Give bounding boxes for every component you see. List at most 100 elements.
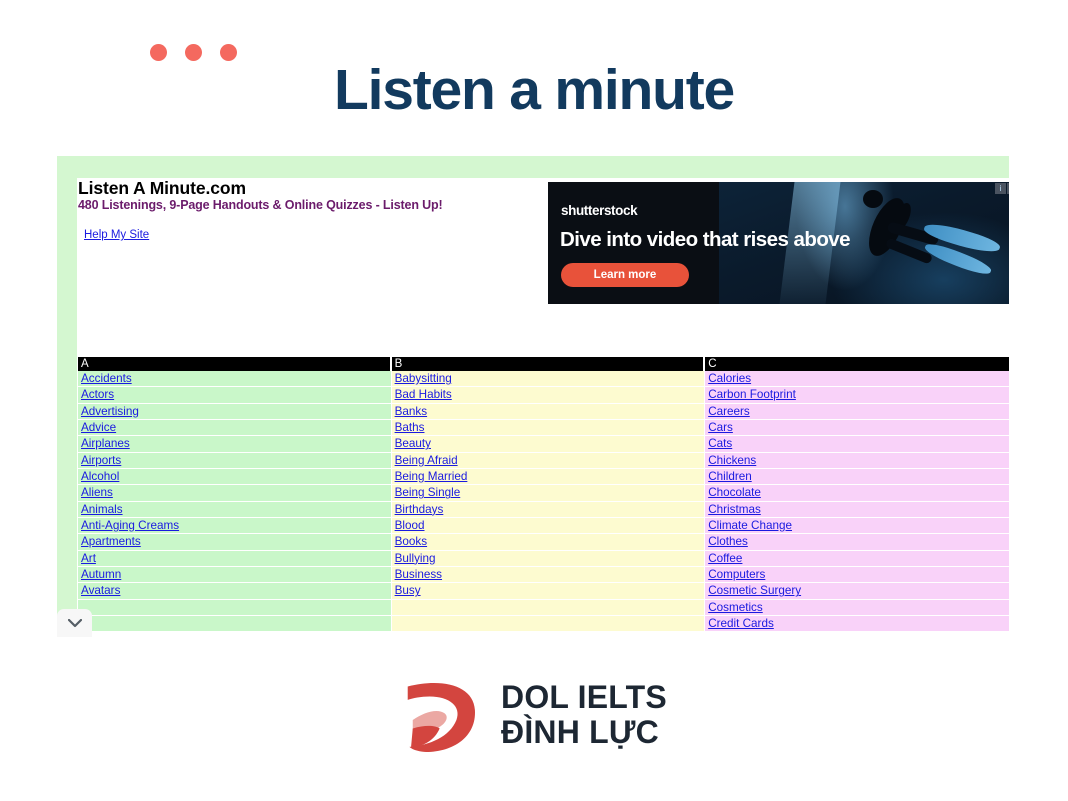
table-row (78, 599, 391, 617)
topic-link[interactable]: Alcohol (81, 470, 119, 483)
table-row[interactable]: Children (705, 469, 1009, 486)
topic-link[interactable]: Busy (395, 584, 421, 597)
topic-link[interactable]: Baths (395, 421, 425, 434)
scroll-down-button[interactable] (57, 609, 92, 637)
topic-link[interactable]: Autumn (81, 568, 121, 581)
table-row[interactable]: Climate Change (705, 518, 1009, 535)
table-row[interactable]: Chickens (705, 452, 1009, 470)
table-row[interactable]: Computers (705, 567, 1009, 584)
topic-link[interactable]: Chocolate (708, 486, 761, 499)
topic-link[interactable]: Children (708, 470, 752, 483)
topic-link[interactable]: Climate Change (708, 519, 792, 532)
table-row[interactable]: Being Married (391, 469, 705, 486)
topic-link[interactable]: Christmas (708, 503, 761, 516)
topic-link[interactable]: Coffee (708, 552, 742, 565)
topic-link[interactable]: Birthdays (395, 503, 444, 516)
topic-link[interactable]: Bullying (395, 552, 436, 565)
topic-link[interactable]: Cosmetics (708, 601, 763, 614)
topic-link[interactable]: Banks (395, 405, 427, 418)
topic-link[interactable]: Being Married (395, 470, 468, 483)
topic-link[interactable]: Cats (708, 437, 732, 450)
topic-link[interactable]: Avatars (81, 584, 120, 597)
table-row[interactable]: Bad Habits (391, 387, 705, 404)
topic-link[interactable]: Advertising (81, 405, 139, 418)
topic-link[interactable]: Being Afraid (395, 454, 458, 467)
table-row[interactable]: Cosmetic Surgery (705, 583, 1009, 600)
topic-link[interactable]: Chickens (708, 454, 756, 467)
table-row[interactable]: Busy (391, 583, 705, 600)
table-row[interactable]: Art (78, 550, 391, 568)
table-row[interactable]: Chocolate (705, 485, 1009, 502)
help-my-site-link[interactable]: Help My Site (84, 229, 149, 241)
site-frame: Listen A Minute.com 480 Listenings, 9-Pa… (57, 156, 1009, 631)
table-row[interactable]: Calories (705, 371, 1009, 388)
topic-link[interactable]: Aliens (81, 486, 113, 499)
table-row[interactable]: Blood (391, 518, 705, 535)
close-icon[interactable]: x (1007, 183, 1009, 194)
table-row[interactable]: Autumn (78, 567, 391, 584)
topic-link[interactable]: Business (395, 568, 442, 581)
table-row[interactable]: Apartments (78, 534, 391, 551)
table-row[interactable]: Carbon Footprint (705, 387, 1009, 404)
topic-link[interactable]: Bad Habits (395, 388, 452, 401)
topic-link[interactable]: Cosmetic Surgery (708, 584, 801, 597)
topic-link[interactable]: Being Single (395, 486, 461, 499)
topic-link[interactable]: Anti-Aging Creams (81, 519, 179, 532)
topic-link[interactable]: Credit Cards (708, 617, 774, 630)
ad-learn-more-button[interactable]: Learn more (561, 263, 689, 287)
topic-link[interactable]: Advice (81, 421, 116, 434)
topic-link[interactable]: Careers (708, 405, 750, 418)
topic-link[interactable]: Books (395, 535, 427, 548)
table-row[interactable]: Clothes (705, 534, 1009, 551)
ad-controls[interactable]: i x (995, 183, 1009, 194)
table-row[interactable]: Anti-Aging Creams (78, 518, 391, 535)
table-row[interactable]: Books (391, 534, 705, 551)
topic-link[interactable]: Airplanes (81, 437, 130, 450)
table-row[interactable]: Business (391, 567, 705, 584)
table-row[interactable]: Careers (705, 403, 1009, 421)
table-row (391, 616, 705, 631)
table-row[interactable]: Banks (391, 403, 705, 421)
topic-link[interactable]: Calories (708, 372, 751, 385)
table-row[interactable]: Baths (391, 420, 705, 437)
topic-link[interactable]: Animals (81, 503, 123, 516)
topic-link[interactable]: Clothes (708, 535, 748, 548)
topic-link[interactable]: Airports (81, 454, 121, 467)
topic-link[interactable]: Beauty (395, 437, 431, 450)
topic-link[interactable]: Cars (708, 421, 733, 434)
table-row[interactable]: Alcohol (78, 469, 391, 486)
table-row[interactable]: Beauty (391, 436, 705, 453)
topic-link[interactable]: Blood (395, 519, 425, 532)
table-row[interactable]: Actors (78, 387, 391, 404)
table-row[interactable]: Cosmetics (705, 599, 1009, 617)
topic-link[interactable]: Accidents (81, 372, 132, 385)
topic-link[interactable]: Art (81, 552, 96, 565)
table-row[interactable]: Cats (705, 436, 1009, 453)
table-row[interactable]: Animals (78, 501, 391, 519)
table-row[interactable]: Coffee (705, 550, 1009, 568)
topic-link[interactable]: Computers (708, 568, 765, 581)
topics-table: A Accidents Actors Advertising Advice Ai… (78, 357, 1009, 631)
table-row[interactable]: Airports (78, 452, 391, 470)
table-row[interactable]: Advice (78, 420, 391, 437)
table-row[interactable]: Being Single (391, 485, 705, 502)
table-row[interactable]: Christmas (705, 501, 1009, 519)
table-row[interactable]: Advertising (78, 403, 391, 421)
table-row[interactable]: Birthdays (391, 501, 705, 519)
adchoices-info-icon[interactable]: i (995, 183, 1006, 194)
table-row[interactable]: Airplanes (78, 436, 391, 453)
table-row[interactable]: Avatars (78, 583, 391, 600)
topics-column-a: A Accidents Actors Advertising Advice Ai… (78, 357, 392, 631)
table-row[interactable]: Aliens (78, 485, 391, 502)
table-row[interactable]: Cars (705, 420, 1009, 437)
table-row[interactable]: Credit Cards (705, 616, 1009, 631)
table-row[interactable]: Being Afraid (391, 452, 705, 470)
advertisement-banner[interactable]: shutterstock Dive into video that rises … (548, 182, 1009, 304)
table-row[interactable]: Babysitting (391, 371, 705, 388)
topic-link[interactable]: Apartments (81, 535, 141, 548)
table-row[interactable]: Accidents (78, 371, 391, 388)
topic-link[interactable]: Babysitting (395, 372, 452, 385)
topic-link[interactable]: Carbon Footprint (708, 388, 796, 401)
topic-link[interactable]: Actors (81, 388, 114, 401)
table-row[interactable]: Bullying (391, 550, 705, 568)
